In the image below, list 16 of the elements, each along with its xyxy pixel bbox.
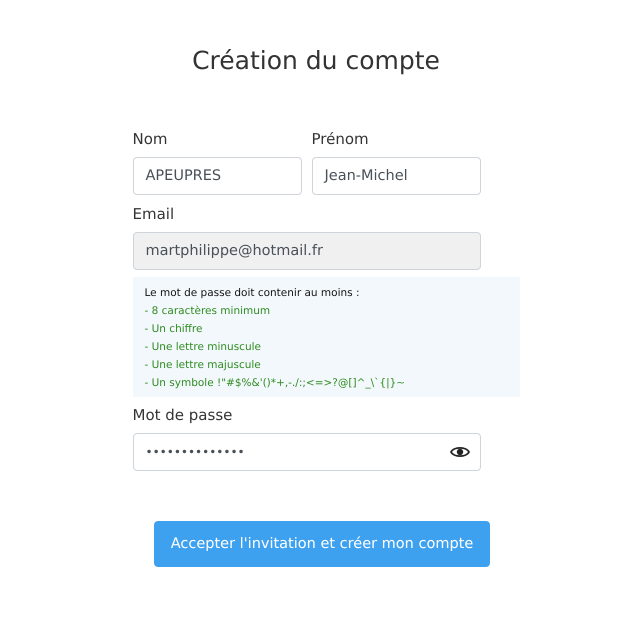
password-field[interactable]: •••••••••••••• bbox=[132, 433, 480, 471]
text-field[interactable]: APEUPRES bbox=[132, 157, 302, 195]
page-title: Création du compte bbox=[192, 46, 440, 75]
field-label: Nom bbox=[132, 130, 169, 148]
field-label: Mot de passe bbox=[132, 406, 234, 424]
password-rule: - Une lettre minuscule bbox=[144, 340, 262, 355]
eye-icon[interactable] bbox=[450, 445, 470, 459]
text-field[interactable]: Jean-Michel bbox=[312, 157, 480, 195]
field-label: Email bbox=[132, 205, 176, 223]
password-rule: - Un chiffre bbox=[144, 322, 204, 337]
password-rule: - Un symbole !"#$%&'()*+,-./:;<=>?@[]^_\`{|}~ bbox=[144, 376, 406, 391]
field-label: Prénom bbox=[312, 130, 370, 148]
rules-heading: Le mot de passe doit contenir au moins : bbox=[144, 286, 360, 301]
password-rule: - Une lettre majuscule bbox=[144, 358, 262, 373]
password-rule: - 8 caractères minimum bbox=[144, 304, 272, 319]
password-value: •••••••••••••• bbox=[146, 445, 245, 459]
